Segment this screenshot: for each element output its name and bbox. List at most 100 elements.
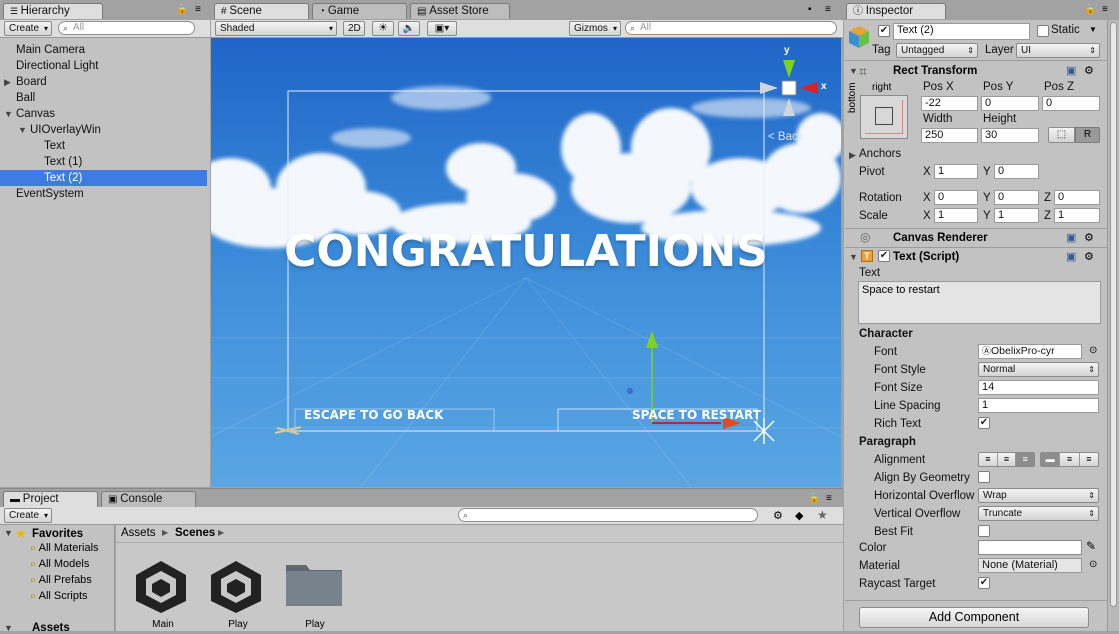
pivot-x-field[interactable]: 1 (934, 164, 978, 179)
collapse-arrow-icon[interactable]: ▼ (849, 252, 858, 262)
audio-toggle-icon[interactable]: 🔈 (398, 21, 420, 36)
lock-icon[interactable]: 🔒 (1084, 4, 1096, 15)
file-item-main[interactable]: Main (132, 557, 194, 630)
hierarchy-item-eventsystem[interactable]: EventSystem (0, 186, 207, 202)
height-field[interactable]: 30 (981, 128, 1039, 143)
hierarchy-search-input[interactable]: ⌕ All (58, 21, 195, 35)
color-swatch[interactable] (978, 540, 1082, 555)
horizontal-overflow-dropdown[interactable]: Wrap ⇕ (978, 488, 1099, 503)
help-book-icon[interactable]: ▣ (1066, 64, 1076, 77)
pos-x-field[interactable]: -22 (921, 96, 978, 111)
scrollbar-thumb[interactable] (1110, 22, 1117, 607)
align-center-icon[interactable]: ≡ (996, 453, 1016, 466)
align-middle-icon[interactable]: ≡ (1059, 453, 1078, 466)
favorite-item-all-scripts[interactable]: ⌕ All Scripts (30, 590, 88, 603)
project-search-input[interactable]: ⌕ (458, 508, 758, 522)
align-right-icon[interactable]: ≡ (1015, 453, 1035, 466)
help-book-icon[interactable]: ▣ (1066, 250, 1076, 263)
pos-z-field[interactable]: 0 (1042, 96, 1100, 111)
rotation-x-field[interactable]: 0 (934, 190, 978, 205)
help-book-icon[interactable]: ▣ (1066, 231, 1076, 244)
effects-image-icon[interactable]: ▣▾ (427, 21, 457, 36)
collapse-arrow-icon[interactable]: ▼ (4, 106, 13, 122)
best-fit-checkbox[interactable] (978, 525, 990, 537)
lighting-toggle-icon[interactable]: ☀ (372, 21, 394, 36)
settings-gear-icon[interactable]: ⚙ (1084, 231, 1094, 244)
rotation-y-field[interactable]: 0 (994, 190, 1039, 205)
align-bottom-icon[interactable]: ≡ (1078, 453, 1098, 466)
hierarchy-item-board[interactable]: ▶ Board (0, 74, 207, 90)
tab-asset-store[interactable]: ▤ Asset Store (410, 3, 510, 19)
panel-menu-icon[interactable]: ≡ (1102, 4, 1108, 15)
text-value-area[interactable]: Space to restart (858, 281, 1101, 324)
rich-text-checkbox[interactable]: ✔ (978, 417, 990, 429)
object-name-field[interactable]: Text (2) (893, 23, 1030, 40)
align-left-icon[interactable]: ≡ (979, 453, 997, 466)
object-picker-icon[interactable]: ⊙ (1089, 345, 1097, 356)
add-component-button[interactable]: Add Component (859, 607, 1089, 628)
object-picker-icon[interactable]: ⊙ (1089, 559, 1097, 570)
pos-y-field[interactable]: 0 (981, 96, 1039, 111)
vertical-overflow-dropdown[interactable]: Truncate ⇕ (978, 506, 1099, 521)
hierarchy-item-text[interactable]: Text (0, 138, 207, 154)
collapse-arrow-icon[interactable]: ▼ (18, 122, 27, 138)
file-item-play-scene[interactable]: Play (207, 557, 269, 630)
tab-console[interactable]: ▣ Console (101, 491, 196, 507)
shading-mode-dropdown[interactable]: Shaded ▾ (215, 21, 337, 36)
pivot-y-field[interactable]: 0 (994, 164, 1039, 179)
anchor-presets-button[interactable] (860, 95, 908, 139)
align-top-icon[interactable]: ▬ (1041, 453, 1060, 466)
hierarchy-item-directional-light[interactable]: Directional Light (0, 58, 207, 74)
text-enabled-checkbox[interactable]: ✔ (878, 250, 890, 262)
eyedropper-icon[interactable]: ✎ (1086, 539, 1096, 553)
panel-menu-icon[interactable]: ≡ (826, 493, 832, 504)
hierarchy-item-text-2[interactable]: Text (2) (0, 170, 207, 186)
layer-dropdown[interactable]: UI ⇕ (1016, 43, 1100, 58)
blueprint-mode-icon[interactable]: ⬚ (1048, 127, 1075, 143)
tab-project[interactable]: ▬ Project (3, 491, 98, 507)
favorite-item-all-materials[interactable]: ⌕ All Materials (30, 542, 99, 555)
line-spacing-field[interactable]: 1 (978, 398, 1099, 413)
scene-viewport[interactable]: y x < Back CONGRATULATIONS ESCAPE TO GO … (211, 38, 841, 487)
collapse-arrow-icon[interactable]: ▼ (4, 528, 13, 538)
scale-x-field[interactable]: 1 (934, 208, 978, 223)
raw-edit-button[interactable]: R (1075, 127, 1100, 143)
active-checkbox[interactable]: ✔ (878, 25, 890, 37)
hierarchy-item-canvas[interactable]: ▼ Canvas (0, 106, 207, 122)
collapse-arrow-icon[interactable]: ▼ (4, 623, 13, 633)
dropdown-arrow-icon[interactable]: ▼ (1089, 25, 1097, 34)
tab-game[interactable]: ◔ Game (312, 3, 407, 19)
align-by-geometry-checkbox[interactable] (978, 471, 990, 483)
expand-arrow-icon[interactable]: ▶ (4, 74, 11, 90)
raycast-target-checkbox[interactable]: ✔ (978, 577, 990, 589)
anchors-label[interactable]: Anchors (859, 148, 901, 160)
panel-menu-icon[interactable]: ≡ (195, 4, 201, 15)
static-checkbox[interactable] (1037, 25, 1049, 37)
assets-folder-label[interactable]: Assets (32, 622, 70, 634)
breadcrumb-scenes[interactable]: Scenes (175, 527, 215, 539)
favorites-label[interactable]: Favorites (32, 528, 83, 540)
collapse-arrow-icon[interactable]: ▼ (849, 66, 858, 76)
width-field[interactable]: 250 (921, 128, 978, 143)
hierarchy-item-uioverlaywin[interactable]: ▼ UIOverlayWin (0, 122, 207, 138)
file-item-play-folder[interactable]: Play (284, 557, 346, 630)
breadcrumb-assets[interactable]: Assets (121, 527, 156, 539)
font-style-dropdown[interactable]: Normal ⇕ (978, 362, 1099, 377)
settings-gear-icon[interactable]: ⚙ (1084, 250, 1094, 263)
tab-scene[interactable]: # Scene (214, 3, 309, 19)
scene-search-input[interactable]: ⌕ All (625, 21, 837, 35)
tab-inspector[interactable]: ⓘ Inspector (846, 3, 946, 19)
font-size-field[interactable]: 14 (978, 380, 1099, 395)
project-create-button[interactable]: Create ▾ (4, 508, 52, 523)
scale-z-field[interactable]: 1 (1054, 208, 1100, 223)
inspector-scrollbar[interactable] (1107, 20, 1119, 631)
settings-gear-icon[interactable]: ⚙ (1084, 64, 1094, 77)
favorite-item-all-models[interactable]: ⌕ All Models (30, 558, 89, 571)
hierarchy-item-main-camera[interactable]: Main Camera (0, 42, 207, 58)
rotation-z-field[interactable]: 0 (1054, 190, 1100, 205)
hierarchy-item-ball[interactable]: Ball (0, 90, 207, 106)
maximize-icon[interactable]: ▪ (808, 4, 812, 15)
favorite-star-icon[interactable]: ★ (817, 508, 828, 522)
hierarchy-item-text-1[interactable]: Text (1) (0, 154, 207, 170)
tab-hierarchy[interactable]: ☰ Hierarchy (3, 3, 103, 19)
